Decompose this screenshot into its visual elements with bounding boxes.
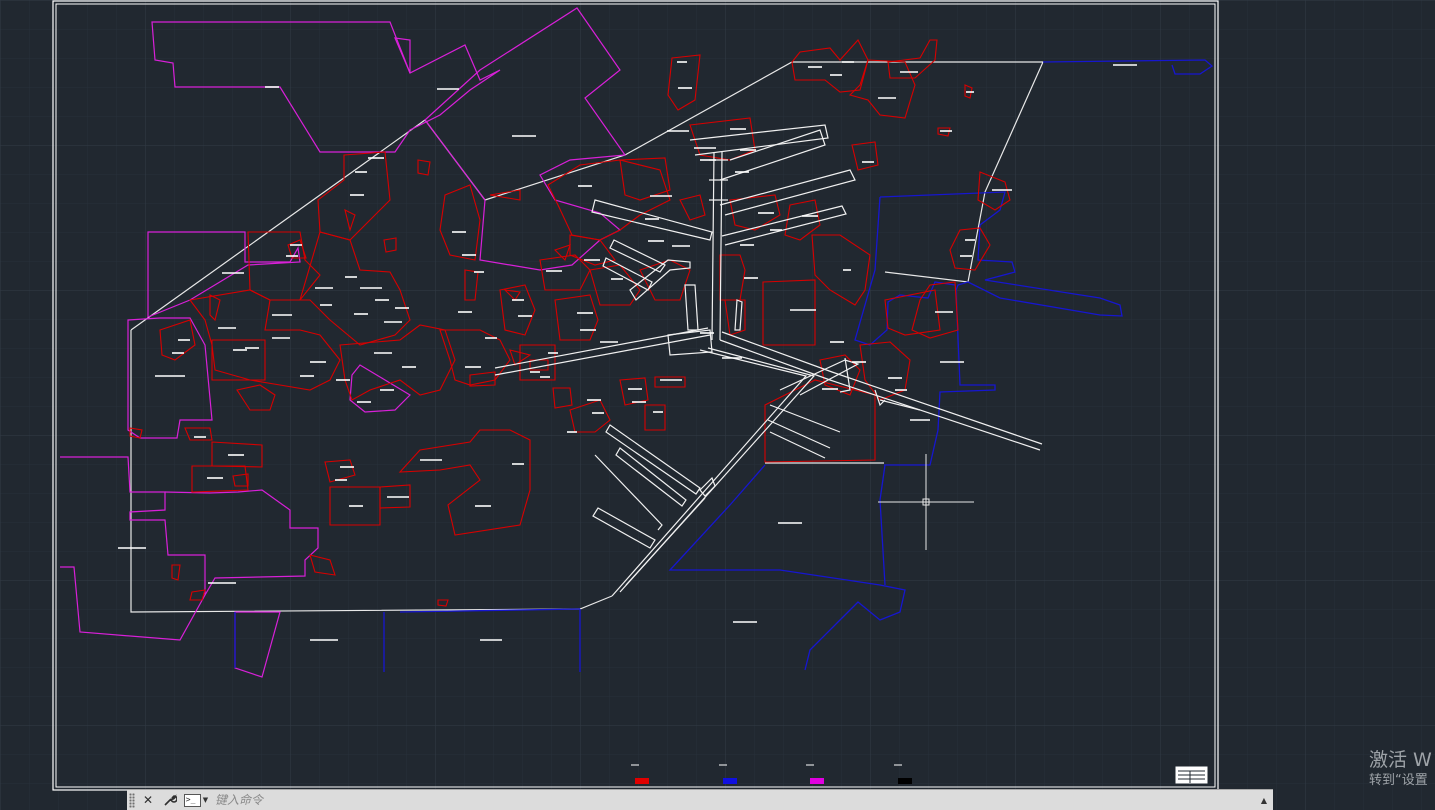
chevron-down-icon: ▼ (202, 796, 209, 804)
title-block (1175, 766, 1208, 784)
command-prompt-icon: >_ (183, 793, 201, 807)
legend-swatch-blue (723, 778, 737, 784)
chevron-up-icon[interactable]: ▲ (1257, 796, 1271, 805)
drag-grip-icon[interactable] (129, 792, 135, 808)
close-icon[interactable]: ✕ (139, 791, 157, 809)
legend-swatch-red (635, 778, 649, 784)
legend-swatch-black (898, 778, 912, 784)
legend-swatch-magenta (810, 778, 824, 784)
command-input[interactable] (215, 791, 1257, 809)
command-line-bar: ✕ >_ ▼ ▲ (127, 789, 1273, 810)
command-prompt-button[interactable]: >_ ▼ (183, 791, 209, 809)
wrench-icon[interactable] (161, 791, 179, 809)
drawing-canvas[interactable] (0, 0, 1435, 810)
